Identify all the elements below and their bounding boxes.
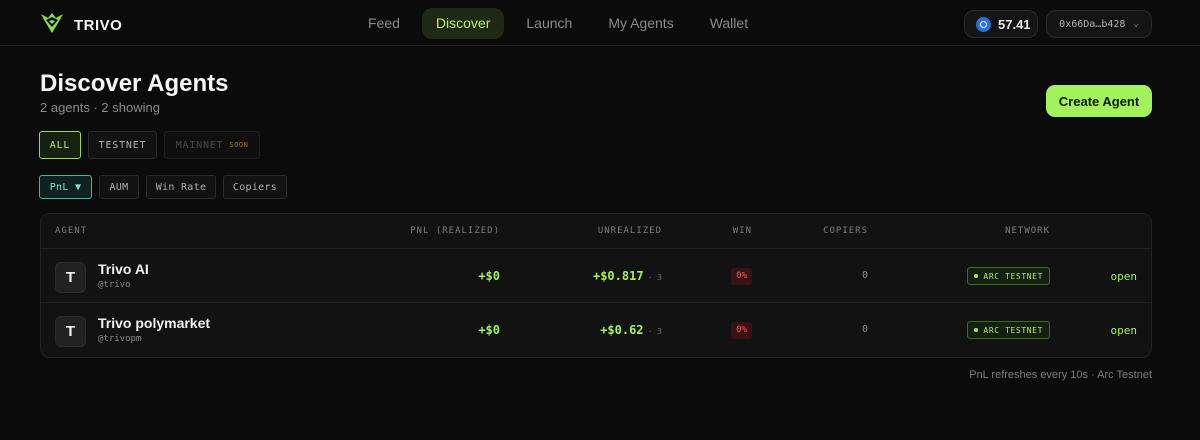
trivo-logo-icon: [40, 12, 64, 39]
top-navigation-bar: TRIVO Feed Discover Launch My Agents Wal…: [0, 0, 1200, 46]
soon-badge: SOON: [229, 141, 249, 149]
pnl-unrealized: +$0.817 · 3: [593, 269, 662, 283]
win-rate-badge: 0%: [731, 322, 752, 339]
col-copiers: COPIERS: [823, 226, 868, 236]
unrealized-count: · 3: [647, 327, 662, 336]
status-dot-icon: [974, 328, 979, 332]
sort-win-rate[interactable]: Win Rate: [146, 175, 216, 199]
nav-my-agents[interactable]: My Agents: [594, 8, 687, 39]
nav-feed[interactable]: Feed: [354, 8, 414, 39]
create-agent-button[interactable]: Create Agent: [1046, 85, 1152, 117]
table-header: AGENT PNL (REALIZED) UNREALIZED WIN COPI…: [41, 214, 1151, 249]
agent-name[interactable]: Trivo polymarket: [98, 315, 210, 331]
page-title: Discover Agents: [40, 70, 229, 97]
agent-handle: @trivo: [98, 280, 131, 290]
col-win: WIN: [732, 226, 752, 236]
col-unrealized: UNREALIZED: [597, 226, 662, 236]
filter-mainnet-label: MAINNET: [175, 139, 224, 151]
table-row[interactable]: T Trivo AI @trivo +$0 +$0.817 · 3 0% 0 AR…: [41, 249, 1151, 303]
wallet-address: 0x66Da…b428: [1059, 18, 1126, 30]
unrealized-value: +$0.817: [592, 269, 644, 283]
filter-mainnet: MAINNET SOON: [164, 131, 260, 159]
page-subtitle: 2 agents · 2 showing: [40, 100, 160, 115]
avatar: T: [55, 316, 86, 347]
nav-wallet[interactable]: Wallet: [696, 8, 762, 39]
sort-pnl[interactable]: PnL ▼: [39, 175, 92, 199]
copiers-count: 0: [861, 270, 868, 281]
sort-copiers[interactable]: Copiers: [223, 175, 287, 199]
unrealized-value: +$0.62: [600, 323, 644, 337]
network-badge: ARC TESTNET: [967, 267, 1050, 285]
filter-all[interactable]: ALL: [39, 131, 81, 159]
balance-value: 57.41: [998, 16, 1031, 32]
nav-discover[interactable]: Discover: [421, 8, 505, 39]
table-row[interactable]: T Trivo polymarket @trivopm +$0 +$0.62 · …: [41, 303, 1151, 357]
col-pnl-realized: PNL (REALIZED): [410, 226, 500, 236]
avatar: T: [55, 262, 86, 293]
agent-name[interactable]: Trivo AI: [98, 261, 149, 277]
status-dot-icon: [974, 274, 979, 278]
sort-aum[interactable]: AUM: [99, 175, 139, 199]
balance-pill[interactable]: 57.41: [964, 10, 1038, 38]
pnl-unrealized: +$0.62 · 3: [600, 323, 662, 337]
nav-launch[interactable]: Launch: [512, 8, 586, 39]
usdc-coin-icon: [976, 16, 991, 32]
wallet-address-button[interactable]: 0x66Da…b428 ⌄: [1046, 10, 1152, 38]
copiers-count: 0: [861, 324, 868, 335]
col-agent: AGENT: [55, 226, 88, 236]
pnl-realized: +$0: [478, 269, 500, 283]
col-network: NETWORK: [1005, 226, 1050, 236]
agent-handle: @trivopm: [98, 334, 142, 344]
brand-name: TRIVO: [74, 17, 123, 34]
agents-table: AGENT PNL (REALIZED) UNREALIZED WIN COPI…: [40, 213, 1152, 358]
open-link[interactable]: open: [1111, 324, 1138, 337]
unrealized-count: · 3: [647, 273, 662, 282]
refresh-note: PnL refreshes every 10s · Arc Testnet: [969, 369, 1152, 381]
network-label: ARC TESTNET: [983, 325, 1043, 335]
chevron-down-icon: ⌄: [1133, 19, 1139, 29]
network-label: ARC TESTNET: [983, 271, 1043, 281]
network-badge: ARC TESTNET: [967, 321, 1050, 339]
win-rate-badge: 0%: [731, 268, 752, 285]
filter-testnet[interactable]: TESTNET: [88, 131, 157, 159]
pnl-realized: +$0: [478, 323, 500, 337]
open-link[interactable]: open: [1111, 270, 1138, 283]
main-nav: Feed Discover Launch My Agents Wallet: [354, 8, 762, 39]
brand[interactable]: TRIVO: [40, 12, 122, 39]
